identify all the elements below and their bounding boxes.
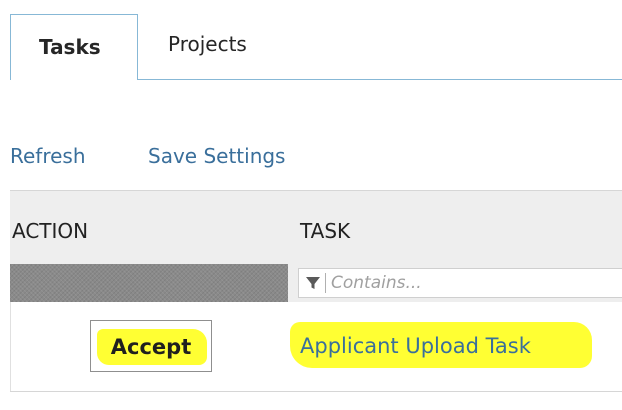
task-name-link[interactable]: Applicant Upload Task (300, 334, 531, 358)
column-header-action[interactable]: ACTION (12, 219, 88, 243)
task-filter-input[interactable]: Contains... (298, 268, 622, 298)
accept-button[interactable]: Accept (90, 320, 212, 372)
app-root: Tasks Projects Refresh Save Settings ACT… (0, 0, 622, 410)
save-settings-link[interactable]: Save Settings (148, 144, 285, 168)
task-filter-placeholder: Contains... (331, 273, 422, 293)
accept-button-label: Accept (110, 335, 192, 359)
tab-tasks-label: Tasks (39, 35, 101, 59)
column-header-task[interactable]: TASK (300, 219, 350, 243)
filter-icon[interactable] (305, 275, 321, 291)
grid-header: ACTION TASK (10, 190, 622, 264)
refresh-link[interactable]: Refresh (10, 144, 86, 168)
filter-separator (325, 273, 326, 293)
tab-bar: Tasks Projects (0, 0, 622, 80)
tab-projects-label: Projects (168, 32, 247, 56)
table-row: Accept Applicant Upload Task (10, 302, 622, 392)
action-filter-placeholder (10, 264, 288, 302)
task-grid: ACTION TASK Contains... Accept Applicant… (10, 190, 622, 410)
tab-projects[interactable]: Projects (138, 14, 278, 80)
task-filter-cell: Contains... (288, 264, 622, 302)
tab-tasks[interactable]: Tasks (10, 14, 138, 80)
filter-row: Contains... (10, 264, 622, 302)
